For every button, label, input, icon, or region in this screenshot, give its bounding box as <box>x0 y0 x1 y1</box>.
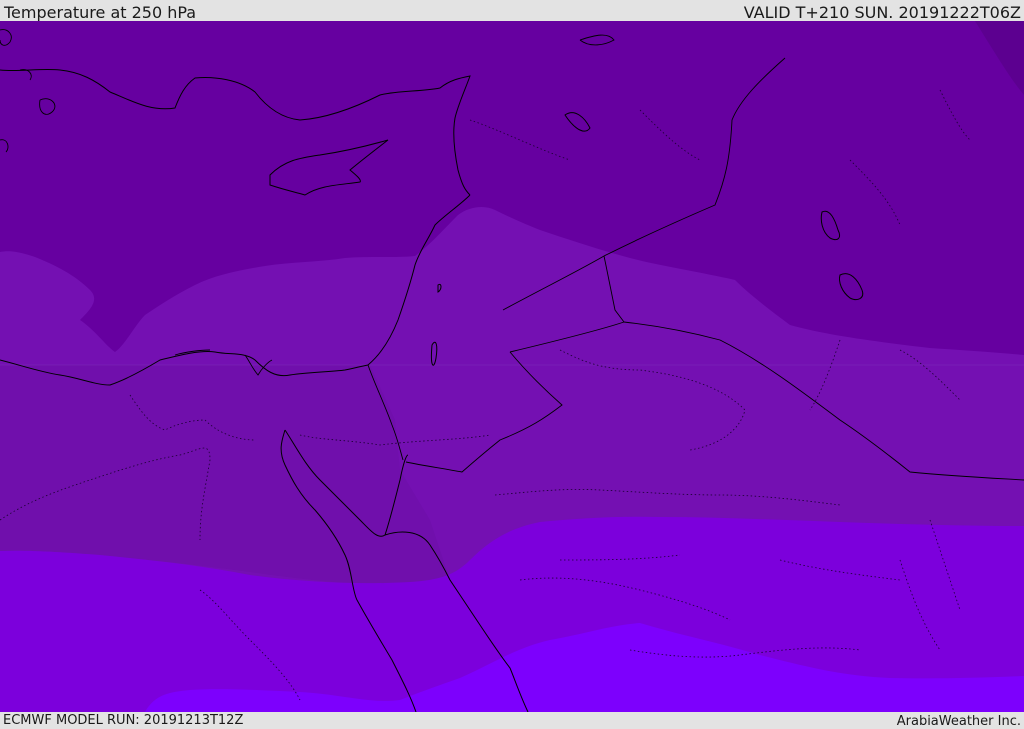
credit-label: ArabiaWeather Inc. <box>896 714 1021 729</box>
valid-time-label: VALID T+210 SUN. 20191222T06Z <box>743 3 1021 22</box>
model-run-label: ECMWF MODEL RUN: 20191213T12Z <box>3 713 244 728</box>
temperature-map[interactable] <box>0 21 1024 712</box>
map-viewer: Temperature at 250 hPa VALID T+210 SUN. … <box>0 0 1024 729</box>
footer-bar: ECMWF MODEL RUN: 20191213T12Z ArabiaWeat… <box>0 712 1024 729</box>
map-title: Temperature at 250 hPa <box>4 3 197 22</box>
header-bar: Temperature at 250 hPa VALID T+210 SUN. … <box>0 0 1024 22</box>
